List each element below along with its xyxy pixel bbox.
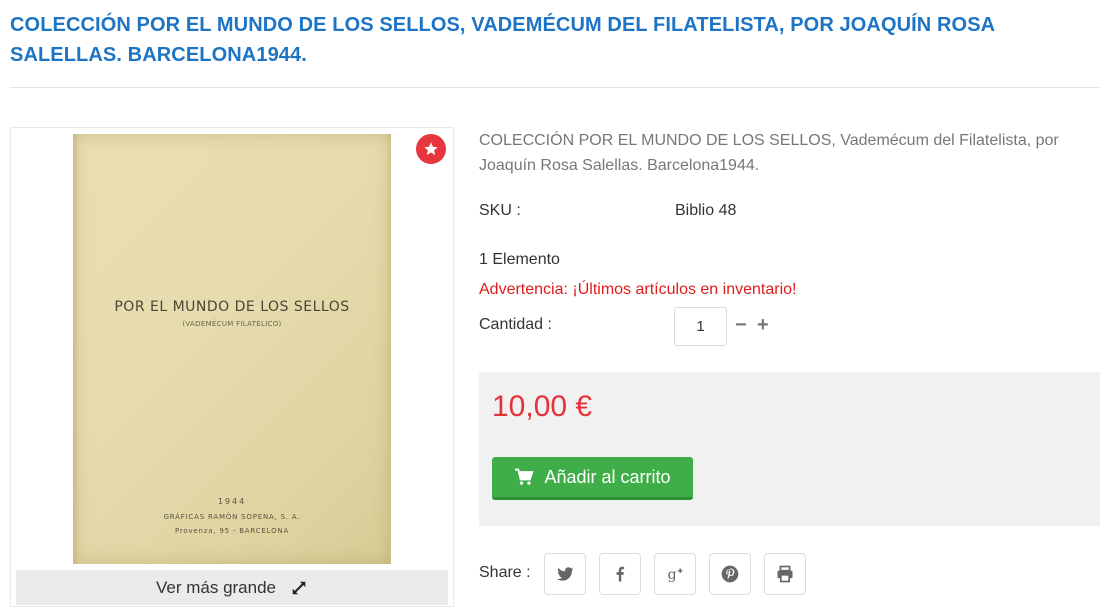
print-button[interactable] <box>764 553 806 595</box>
share-label: Share : <box>479 564 531 581</box>
featured-badge <box>416 134 446 164</box>
cover-address: Provenza, 95 - BARCELONA <box>174 527 290 535</box>
expand-icon <box>292 581 306 594</box>
purchase-box: 10,00 € Añadir al carrito <box>479 372 1100 526</box>
quantity-decrease-button[interactable]: − <box>735 314 747 337</box>
cover-year: 1944 <box>217 497 247 506</box>
stock-count: 1 Elemento <box>479 251 560 268</box>
product-description: COLECCIÓN POR EL MUNDO DE LOS SELLOS, Va… <box>479 132 1059 174</box>
share-pinterest-button[interactable] <box>709 553 751 595</box>
quantity-increase-button[interactable]: + <box>757 314 769 337</box>
share-twitter-button[interactable] <box>544 553 586 595</box>
facebook-icon <box>616 566 625 582</box>
product-image[interactable]: POR EL MUNDO DE LOS SELLOS (VADEMÉCUM FI… <box>73 134 391 564</box>
page-title: COLECCIÓN POR EL MUNDO DE LOS SELLOS, VA… <box>10 14 995 66</box>
share-facebook-button[interactable] <box>599 553 641 595</box>
cart-icon <box>515 468 535 485</box>
cover-title: POR EL MUNDO DE LOS SELLOS <box>114 299 350 315</box>
stock-warning: Advertencia: ¡Últimos artículos en inven… <box>479 281 797 298</box>
sku-label: SKU : <box>479 202 521 219</box>
sku-value: Biblio 48 <box>675 202 737 219</box>
cover-subtitle: (VADEMÉCUM FILATÉLICO) <box>182 320 282 328</box>
star-icon <box>424 142 438 155</box>
quantity-input[interactable] <box>674 307 727 346</box>
pinterest-icon <box>721 565 739 583</box>
title-divider <box>10 87 1100 88</box>
twitter-icon <box>557 567 574 581</box>
add-to-cart-label: Añadir al carrito <box>544 466 671 487</box>
share-google-plus-button[interactable]: g <box>654 553 696 595</box>
quantity-label: Cantidad : <box>479 316 552 333</box>
add-to-cart-button[interactable]: Añadir al carrito <box>492 457 693 500</box>
view-larger-label: Ver más grande <box>155 577 276 597</box>
view-larger-button[interactable]: Ver más grande <box>16 570 448 605</box>
product-image-panel: POR EL MUNDO DE LOS SELLOS (VADEMÉCUM FI… <box>10 127 454 607</box>
cover-publisher: GRÁFICAS RAMÓN SOPENA, S. A. <box>163 513 301 521</box>
product-price: 10,00 € <box>492 390 593 423</box>
svg-text:g: g <box>668 567 677 583</box>
google-plus-icon: g <box>668 567 683 583</box>
print-icon <box>777 565 793 583</box>
